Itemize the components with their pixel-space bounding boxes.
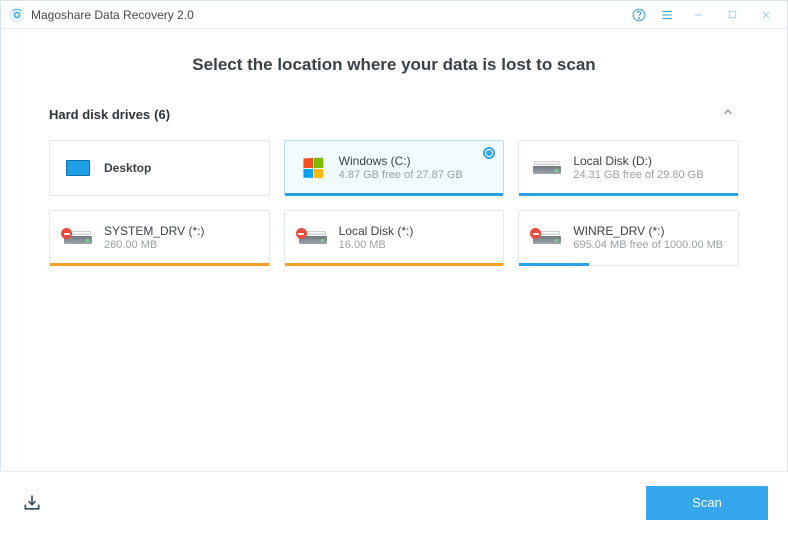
help-icon[interactable] [625, 1, 653, 29]
monitor-icon [66, 160, 90, 176]
drives-grid: Desktop Windows (C:)4.87 GB free of 27.87… [1, 128, 787, 266]
section-count: (6) [154, 107, 170, 122]
drive-card[interactable]: Local Disk (*:)16.00 MB [284, 210, 505, 266]
scan-button[interactable]: Scan [646, 486, 768, 520]
drive-name: Desktop [104, 161, 151, 176]
minimize-button[interactable] [681, 1, 715, 29]
selected-radio-icon [483, 147, 495, 159]
usage-bar [519, 193, 738, 196]
error-badge-icon [61, 228, 72, 239]
menu-icon[interactable] [653, 1, 681, 29]
drive-subtext: 4.87 GB free of 27.87 GB [339, 169, 463, 183]
drive-subtext: 260.00 MB [104, 239, 204, 253]
drive-card[interactable]: Windows (C:)4.87 GB free of 27.87 GB [284, 140, 505, 196]
app-logo-icon [9, 7, 25, 23]
footer: Scan [0, 471, 788, 533]
windows-logo-icon [303, 158, 323, 179]
drive-card[interactable]: Desktop [49, 140, 270, 196]
drive-subtext: 695.04 MB free of 1000.00 MB [573, 239, 723, 253]
drive-card[interactable]: WINRE_DRV (*:)695.04 MB free of 1000.00 … [518, 210, 739, 266]
drive-name: SYSTEM_DRV (*:) [104, 224, 204, 239]
drive-name: Local Disk (D:) [573, 154, 703, 169]
drive-icon [300, 231, 326, 245]
drive-subtext: 16.00 MB [339, 239, 414, 253]
error-badge-icon [296, 228, 307, 239]
drive-name: WINRE_DRV (*:) [573, 224, 723, 239]
drive-subtext: 24.31 GB free of 29.80 GB [573, 169, 703, 183]
drive-icon [534, 161, 560, 175]
usage-bar [519, 263, 589, 266]
section-header: Hard disk drives (6) [1, 101, 787, 128]
usage-bar [285, 193, 504, 196]
drive-icon [534, 231, 560, 245]
app-title: Magoshare Data Recovery 2.0 [31, 8, 194, 22]
drive-name: Local Disk (*:) [339, 224, 414, 239]
usage-bar [50, 263, 269, 266]
collapse-section-button[interactable] [717, 101, 739, 128]
drive-card[interactable]: Local Disk (D:)24.31 GB free of 29.80 GB [518, 140, 739, 196]
titlebar: Magoshare Data Recovery 2.0 [1, 1, 787, 29]
usage-bar [285, 263, 504, 266]
drive-card[interactable]: SYSTEM_DRV (*:)260.00 MB [49, 210, 270, 266]
import-icon[interactable] [22, 493, 42, 513]
drive-icon [65, 231, 91, 245]
drive-name: Windows (C:) [339, 154, 463, 169]
maximize-button[interactable] [715, 1, 749, 29]
close-button[interactable] [749, 1, 783, 29]
section-title: Hard disk drives [49, 107, 150, 122]
page-headline: Select the location where your data is l… [1, 55, 787, 75]
